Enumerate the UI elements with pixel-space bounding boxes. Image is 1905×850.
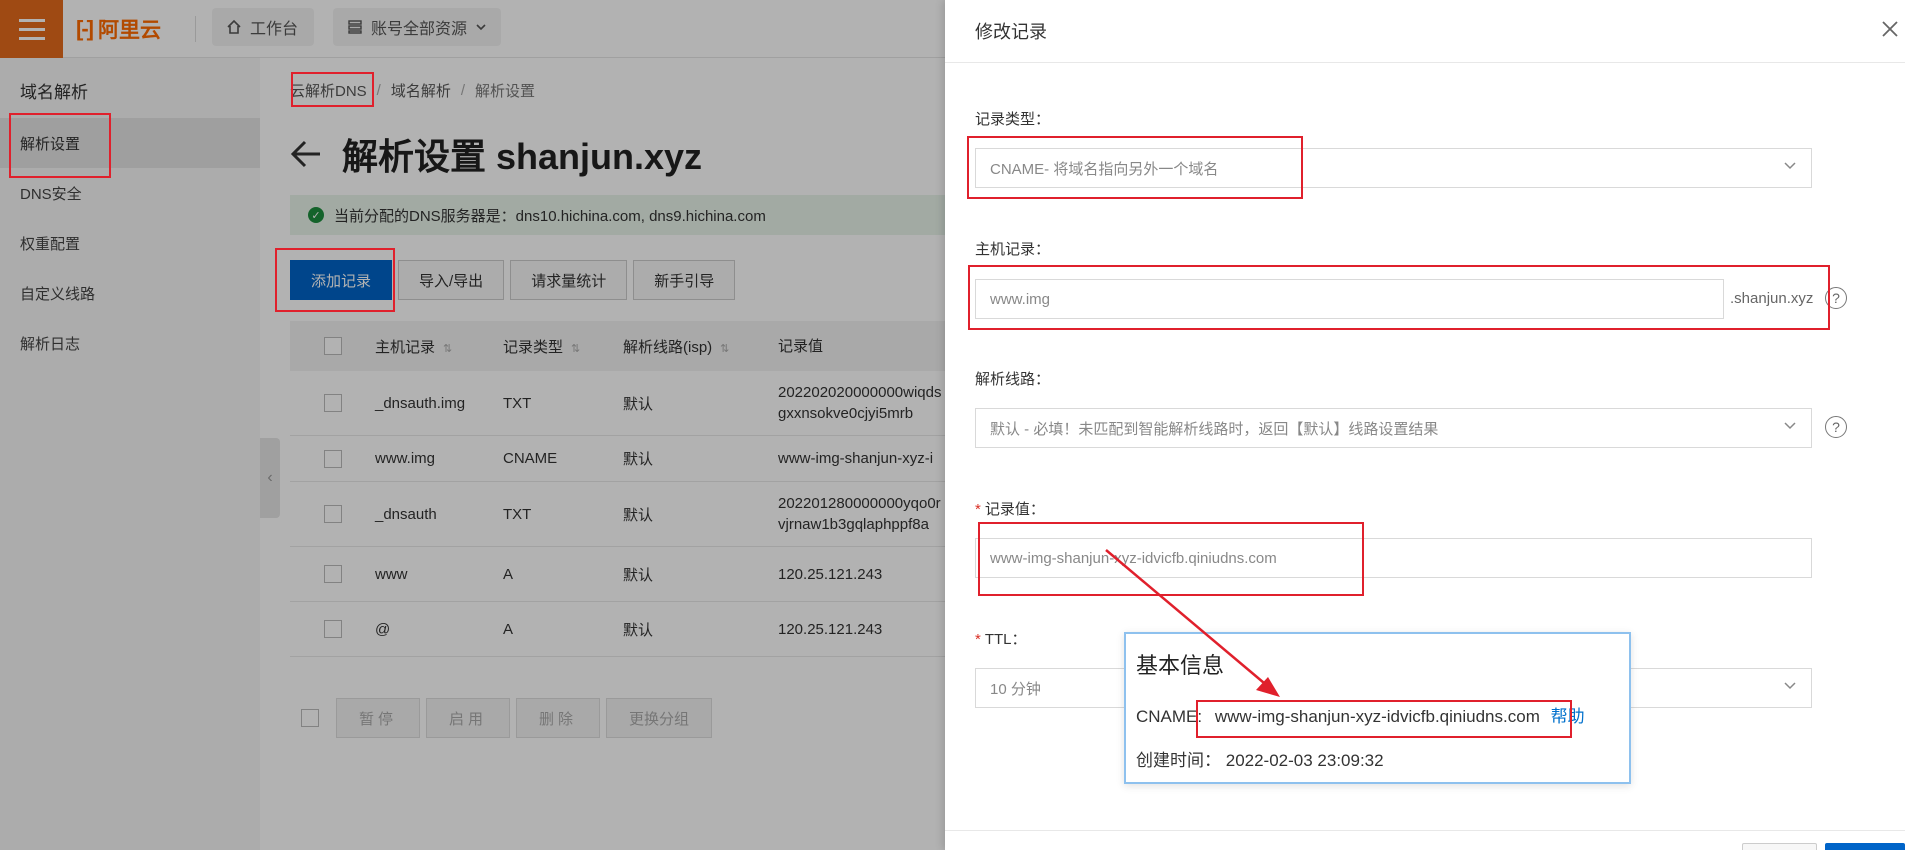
record-type-label: 记录类型： <box>975 111 1051 128</box>
modal-backdrop[interactable] <box>0 0 945 850</box>
help-question-icon[interactable]: ? <box>1825 287 1847 309</box>
drawer-header: 修改记录 <box>945 0 1905 63</box>
help-link[interactable]: 帮助 <box>1551 707 1585 726</box>
info-card-title: 基本信息 <box>1136 653 1225 678</box>
record-type-select[interactable]: CNAME- 将域名指向另外一个域名 <box>975 148 1812 188</box>
cname-value: www-img-shanjun-xyz-idvicfb.qiniudns.com <box>1214 707 1540 726</box>
ttl-label: * TTL： <box>975 631 1027 648</box>
chevron-down-icon <box>1784 682 1796 690</box>
resolve-line-label: 解析线路： <box>975 371 1051 388</box>
chevron-down-icon <box>1784 422 1796 430</box>
drawer-title: 修改记录 <box>975 22 1047 42</box>
ttl-value: 10 分钟 <box>990 680 1041 698</box>
basic-info-card: 基本信息 CNAME: www-img-shanjun-xyz-idvicfb.… <box>1124 632 1631 784</box>
help-question-icon[interactable]: ? <box>1825 416 1847 438</box>
record-value-label: * 记录值： <box>975 501 1045 518</box>
record-value-text: www-img-shanjun-xyz-idvicfb.qiniudns.com <box>990 549 1277 567</box>
chevron-down-icon <box>1784 162 1796 170</box>
close-icon[interactable] <box>1879 18 1901 40</box>
cname-label: CNAME: <box>1136 707 1203 726</box>
created-time-label: 创建时间： <box>1136 751 1221 770</box>
record-type-value: CNAME- 将域名指向另外一个域名 <box>990 160 1219 178</box>
drawer-footer-divider <box>945 830 1905 831</box>
confirm-button[interactable] <box>1825 843 1905 850</box>
resolve-line-value: 默认 - 必填！未匹配到智能解析线路时，返回【默认】线路设置结果 <box>990 420 1439 438</box>
domain-suffix: .shanjun.xyz <box>1730 290 1814 307</box>
required-mark: * <box>975 631 981 648</box>
record-value-input[interactable]: www-img-shanjun-xyz-idvicfb.qiniudns.com <box>975 538 1812 578</box>
created-time-value: 2022-02-03 23:09:32 <box>1225 751 1384 770</box>
host-record-label: 主机记录： <box>975 241 1051 258</box>
cancel-button[interactable] <box>1742 843 1817 850</box>
created-time-row: 创建时间： 2022-02-03 23:09:32 <box>1136 746 1384 771</box>
required-mark: * <box>975 501 981 518</box>
host-record-value: www.img <box>990 290 1051 308</box>
resolve-line-select[interactable]: 默认 - 必填！未匹配到智能解析线路时，返回【默认】线路设置结果 <box>975 408 1812 448</box>
host-record-input[interactable]: www.img <box>975 279 1724 319</box>
cname-info-row: CNAME: www-img-shanjun-xyz-idvicfb.qiniu… <box>1136 702 1585 727</box>
